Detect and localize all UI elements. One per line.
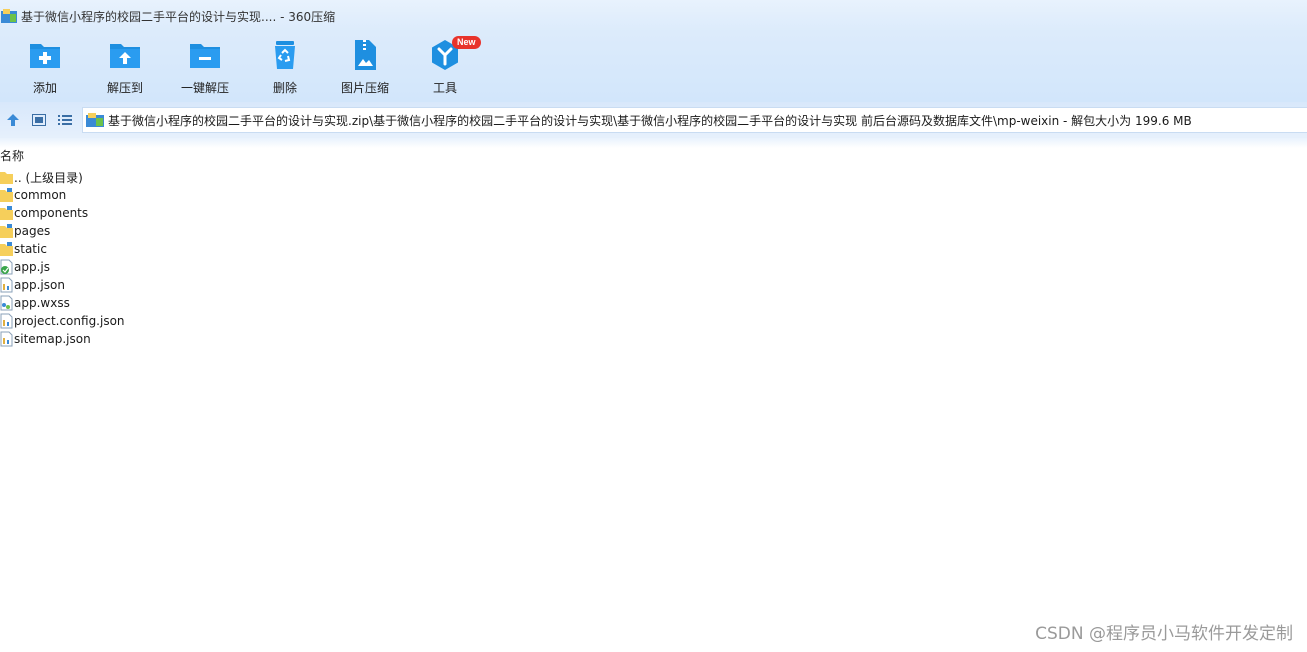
- list-item-name: common: [14, 188, 67, 202]
- folder-icon: [0, 206, 13, 220]
- list-item-name: .. (上级目录): [14, 170, 83, 185]
- folder-icon: [0, 188, 13, 202]
- extract-to-button[interactable]: 解压到: [85, 38, 165, 98]
- toolbar: 添加 解压到 一键解压 删除 图片压缩 New 工具: [0, 32, 1307, 102]
- new-badge: New: [452, 36, 481, 49]
- image-compress-button-label: 图片压缩: [340, 81, 389, 95]
- recycle-bin-icon: [275, 41, 295, 69]
- list-item[interactable]: common: [0, 186, 400, 204]
- list-item-name: components: [14, 206, 89, 220]
- extract-to-button-label: 解压到: [106, 81, 143, 95]
- header-divider: [0, 138, 1307, 148]
- list-item[interactable]: components: [0, 204, 400, 222]
- list-item[interactable]: app.wxss: [0, 294, 400, 312]
- arrow-up-icon: [7, 114, 19, 126]
- title-bar: 基于微信小程序的校园二手平台的设计与实现.... - 360压缩: [0, 0, 1307, 32]
- list-item[interactable]: project.config.json: [0, 312, 400, 330]
- folder-icon: [0, 242, 13, 256]
- path-field[interactable]: 基于微信小程序的校园二手平台的设计与实现.zip\基于微信小程序的校园二手平台的…: [82, 107, 1307, 133]
- up-level-button[interactable]: [0, 108, 26, 132]
- delete-button-label: 删除: [272, 81, 297, 95]
- file-list: .. (上级目录) common components pages static…: [0, 168, 400, 348]
- one-click-extract-button[interactable]: 一键解压: [165, 38, 245, 98]
- image-compress-icon: [355, 40, 376, 70]
- path-text: 基于微信小程序的校园二手平台的设计与实现.zip\基于微信小程序的校园二手平台的…: [108, 113, 1192, 128]
- tools-button[interactable]: New 工具: [405, 36, 485, 98]
- json-file-icon: [0, 277, 13, 293]
- wxss-file-icon: [0, 295, 13, 311]
- tools-button-label: 工具: [432, 81, 457, 95]
- one-click-extract-button-label: 一键解压: [180, 81, 229, 95]
- list-item[interactable]: app.json: [0, 276, 400, 294]
- window-title: 基于微信小程序的校园二手平台的设计与实现.... - 360压缩: [21, 9, 336, 24]
- json-file-icon: [0, 313, 13, 329]
- folder-icon: [0, 224, 13, 238]
- list-item-name: app.wxss: [14, 296, 70, 310]
- csdn-watermark: CSDN @程序员小马软件开发定制: [1035, 624, 1293, 644]
- one-click-extract-icon: [190, 44, 220, 68]
- thumbnail-view-button[interactable]: [26, 108, 52, 132]
- add-folder-icon: [30, 44, 60, 68]
- list-item[interactable]: app.js: [0, 258, 400, 276]
- list-item-name: app.js: [14, 260, 50, 274]
- list-view-button[interactable]: [52, 108, 78, 132]
- list-item-name: static: [14, 242, 47, 256]
- archive-app-icon: [1, 9, 17, 23]
- json-file-icon: [0, 331, 13, 347]
- list-view-icon: [58, 115, 72, 125]
- thumbnail-view-icon: [32, 114, 46, 126]
- js-file-icon: [0, 259, 13, 275]
- list-item[interactable]: static: [0, 240, 400, 258]
- address-bar: 基于微信小程序的校园二手平台的设计与实现.zip\基于微信小程序的校园二手平台的…: [0, 102, 1307, 138]
- archive-icon: [86, 113, 104, 127]
- delete-button[interactable]: 删除: [245, 38, 325, 98]
- column-header-name[interactable]: 名称: [0, 147, 24, 165]
- add-button[interactable]: 添加: [5, 38, 85, 98]
- list-item[interactable]: pages: [0, 222, 400, 240]
- add-button-label: 添加: [32, 81, 57, 95]
- list-item[interactable]: .. (上级目录): [0, 168, 400, 186]
- list-item-name: pages: [14, 224, 51, 238]
- extract-to-icon: [110, 44, 140, 68]
- list-item-name: app.json: [14, 278, 65, 292]
- list-item-name: sitemap.json: [14, 332, 91, 346]
- folder-icon: [0, 172, 13, 184]
- list-item[interactable]: sitemap.json: [0, 330, 400, 348]
- list-item-name: project.config.json: [14, 314, 125, 328]
- image-compress-button[interactable]: 图片压缩: [325, 38, 405, 98]
